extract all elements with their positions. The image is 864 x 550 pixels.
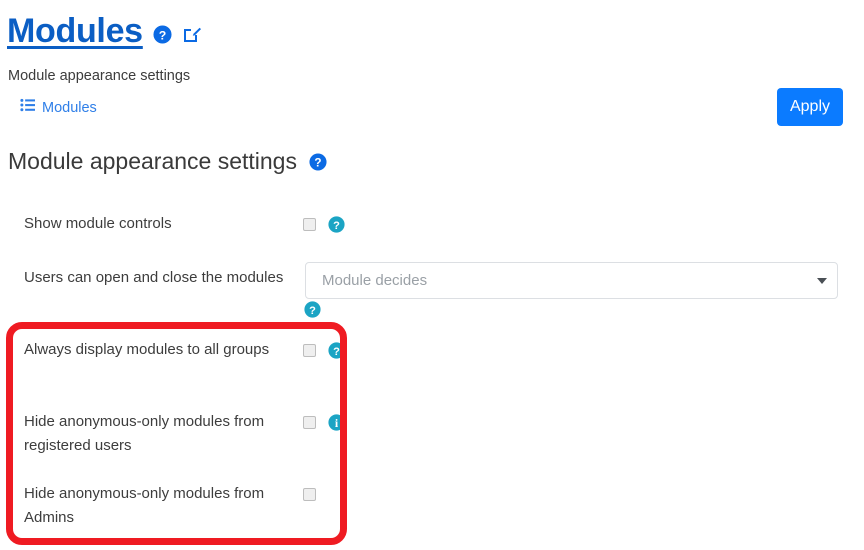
chevron-down-icon	[817, 278, 827, 284]
page-subtitle: Module appearance settings	[8, 68, 191, 84]
always-display-modules-help-icon[interactable]: ?	[328, 342, 346, 359]
svg-text:?: ?	[314, 156, 321, 169]
setting-control-group: ?	[303, 216, 346, 234]
apply-button[interactable]: Apply	[777, 88, 843, 126]
show-module-controls-checkbox[interactable]	[303, 218, 316, 232]
select-selected-value: Module decides	[322, 272, 428, 289]
setting-label: Users can open and close the modules	[24, 269, 284, 286]
list-icon	[20, 98, 35, 117]
title-help-icon[interactable]: ?	[153, 24, 172, 44]
section-heading: Module appearance settings	[8, 148, 297, 174]
page-title[interactable]: Modules	[7, 12, 143, 50]
section-help-icon[interactable]: ?	[309, 152, 327, 171]
hide-anonymous-admins-checkbox[interactable]	[303, 488, 316, 502]
page-title-row: Modules ?	[7, 12, 202, 50]
open-close-modules-select[interactable]: Module decides	[305, 262, 838, 299]
setting-label: Hide anonymous-only modules from registe…	[24, 413, 265, 454]
setting-label: Show module controls	[24, 215, 172, 232]
setting-control-group: ?	[303, 342, 346, 360]
always-display-modules-checkbox[interactable]	[303, 344, 316, 358]
breadcrumb[interactable]: Modules	[20, 98, 97, 117]
setting-control-group: i	[303, 414, 346, 432]
setting-label: Always display modules to all groups	[24, 341, 270, 358]
hide-anonymous-registered-checkbox[interactable]	[303, 416, 316, 430]
hide-anonymous-registered-info-icon[interactable]: i	[328, 414, 346, 431]
section-heading-row: Module appearance settings ?	[8, 148, 327, 175]
open-close-modules-help-icon[interactable]: ?	[304, 301, 321, 318]
setting-label: Hide anonymous-only modules from Admins	[24, 485, 265, 526]
svg-text:?: ?	[309, 305, 316, 317]
setting-control-group	[303, 486, 316, 504]
svg-text:?: ?	[334, 346, 341, 358]
svg-text:?: ?	[159, 28, 167, 42]
breadcrumb-item-modules[interactable]: Modules	[42, 100, 97, 116]
page-root: Modules ? Module appearance settings Mod…	[0, 0, 864, 550]
svg-text:?: ?	[334, 220, 341, 232]
show-module-controls-help-icon[interactable]: ?	[328, 216, 346, 233]
title-edit-pencil-icon[interactable]	[182, 24, 202, 44]
